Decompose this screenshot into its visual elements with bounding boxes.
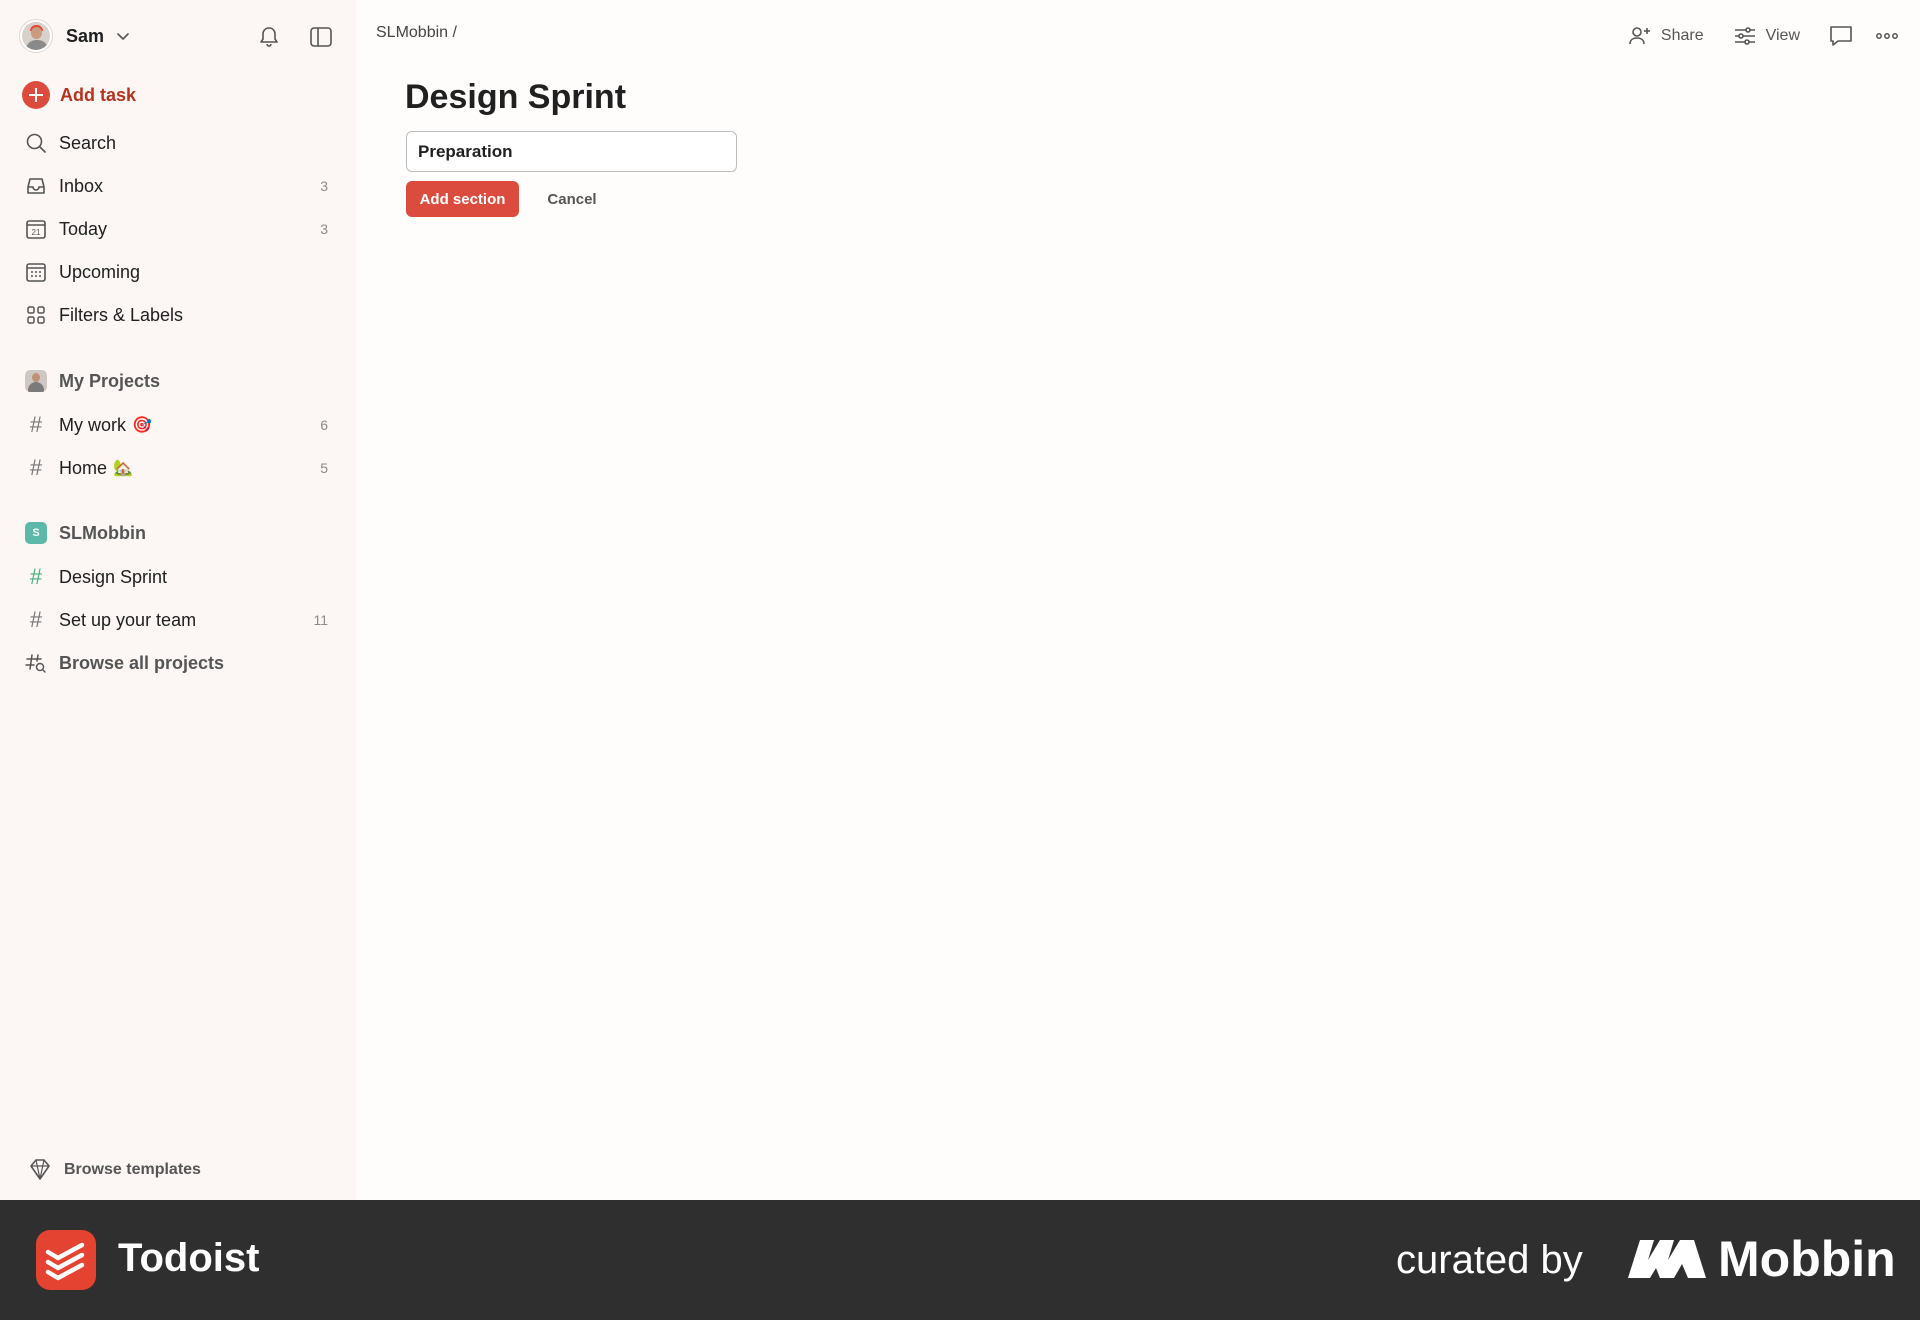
svg-text:21: 21	[32, 228, 41, 237]
sidebar-item-upcoming[interactable]: Upcoming	[24, 254, 336, 290]
curated-by-text: curated by	[1396, 1238, 1583, 1282]
filters-grid-icon	[24, 303, 48, 327]
sidebar-item-label: Inbox	[59, 175, 104, 196]
sidebar-item-filters-labels[interactable]: Filters & Labels	[24, 297, 336, 333]
sidebar-item-label: Filters & Labels	[59, 304, 184, 325]
comment-icon	[1830, 26, 1852, 46]
add-task-label: Add task	[60, 84, 137, 105]
team-badge: S	[25, 522, 47, 544]
browse-templates-link[interactable]: Browse templates	[26, 1156, 201, 1184]
project-item-design-sprint[interactable]: # Design Sprint	[24, 559, 336, 595]
header-actions: Share View	[1599, 20, 1900, 52]
project-label: Home	[59, 457, 108, 478]
sidebar-item-today[interactable]: 21 Today 3	[24, 211, 336, 247]
hash-search-icon	[24, 651, 48, 675]
mobbin-wordmark: Mobbin	[1718, 1231, 1896, 1287]
user-name: Sam	[66, 25, 105, 46]
hash-icon: #	[29, 564, 43, 589]
sidebar-toggle-icon[interactable]	[308, 24, 334, 50]
footer-banner: Todoist curated by Mobbin	[0, 1200, 1920, 1320]
todoist-logo-icon	[36, 1230, 96, 1290]
plus-icon	[22, 81, 50, 109]
hash-icon: #	[29, 607, 43, 632]
todoist-wordmark: Todoist	[118, 1236, 260, 1280]
browse-templates-label: Browse templates	[64, 1161, 201, 1178]
item-count: 6	[320, 417, 328, 433]
project-item-set-up-team[interactable]: # Set up your team 11	[24, 602, 336, 638]
section-title: My Projects	[59, 370, 161, 391]
item-count: 5	[320, 460, 328, 476]
cancel-button[interactable]: Cancel	[534, 181, 610, 217]
inbox-icon	[24, 174, 48, 198]
sidebar-item-label: Browse all projects	[59, 652, 225, 673]
sliders-icon	[1734, 27, 1755, 45]
browse-all-projects[interactable]: Browse all projects	[24, 645, 336, 681]
diamond-icon	[30, 1159, 50, 1180]
sidebar-item-label: Today	[59, 218, 108, 239]
breadcrumb[interactable]: SLMobbin /	[376, 24, 457, 42]
target-emoji-icon: 🎯	[132, 417, 152, 434]
sidebar-item-search[interactable]: Search	[24, 125, 336, 161]
page-title: Design Sprint	[405, 78, 627, 116]
sidebar-item-inbox[interactable]: Inbox 3	[24, 168, 336, 204]
section-name-input[interactable]	[406, 131, 737, 172]
more-options-button[interactable]	[1874, 23, 1900, 49]
hash-icon: #	[29, 455, 43, 480]
user-menu[interactable]: Sam	[20, 20, 132, 52]
mobbin-logo-icon	[1628, 1240, 1706, 1278]
avatar	[20, 20, 52, 52]
item-count: 3	[320, 178, 328, 194]
project-label: Design Sprint	[59, 566, 168, 587]
add-person-icon	[1629, 27, 1650, 45]
view-button[interactable]: View	[1732, 23, 1800, 49]
calendar-day-icon: 21	[24, 217, 48, 241]
item-count: 3	[320, 221, 328, 237]
more-horizontal-icon	[1876, 33, 1898, 39]
add-section-button[interactable]: Add section	[406, 181, 519, 217]
calendar-grid-icon	[24, 260, 48, 284]
share-label: Share	[1660, 27, 1704, 44]
project-label: My work	[59, 414, 126, 435]
bell-icon[interactable]	[256, 24, 282, 50]
chevron-down-icon	[117, 33, 129, 40]
view-label: View	[1765, 27, 1800, 44]
project-item-my-work[interactable]: # My work 🎯 6	[24, 407, 336, 443]
sidebar-item-label: Upcoming	[59, 261, 141, 282]
house-emoji-icon: 🏡	[113, 460, 133, 477]
section-title: SLMobbin	[59, 522, 146, 543]
my-projects-header[interactable]: My Projects	[24, 363, 336, 399]
project-label: Set up your team	[59, 609, 197, 630]
avatar	[25, 370, 47, 392]
item-count: 11	[313, 612, 328, 628]
hash-icon: #	[29, 412, 43, 437]
team-header[interactable]: S SLMobbin	[24, 515, 336, 551]
sidebar: Sam Add task Search Inbox 3 21 Today 3 U…	[0, 0, 356, 1200]
add-task-button[interactable]: Add task	[22, 80, 136, 110]
comments-button[interactable]	[1828, 23, 1854, 49]
search-icon	[24, 131, 48, 155]
share-button[interactable]: Share	[1627, 23, 1704, 49]
project-item-home[interactable]: # Home 🏡 5	[24, 450, 336, 486]
sidebar-item-label: Search	[59, 132, 117, 153]
